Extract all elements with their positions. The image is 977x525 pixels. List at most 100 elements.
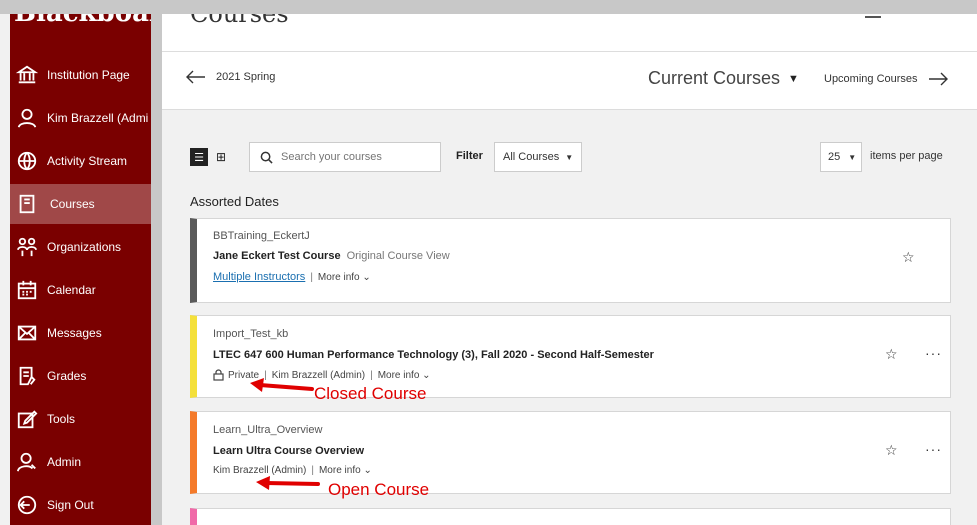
lock-icon <box>213 369 224 381</box>
course-id: Import_Test_kb <box>213 328 289 340</box>
annotation-arrow <box>256 476 320 490</box>
nav-admin[interactable]: Admin <box>10 442 151 482</box>
nav-label: Calendar <box>47 283 96 297</box>
calendar-icon <box>17 280 37 300</box>
previous-term-label: 2021 Spring <box>216 71 276 83</box>
filter-select[interactable]: All Courses ▼ <box>494 142 582 172</box>
more-info-label: More info <box>318 465 361 476</box>
favorite-star-icon[interactable]: ☆ <box>885 346 898 363</box>
course-id: Learn_Ultra_Overview <box>213 424 323 436</box>
more-options-icon[interactable]: ··· <box>925 345 942 361</box>
list-view-toggle[interactable]: ☰ <box>190 148 208 166</box>
nav-label: Institution Page <box>47 68 130 82</box>
envelope-icon <box>17 325 37 341</box>
institution-icon <box>16 65 38 84</box>
course-name[interactable]: Jane Eckert Test Course Original Course V… <box>213 250 450 262</box>
annotation-arrow <box>250 378 314 392</box>
favorite-star-icon[interactable]: ☆ <box>885 442 898 459</box>
course-card[interactable]: BBTraining_EckertJ Jane Eckert Test Cour… <box>190 218 951 303</box>
course-toolbar: ☰ ⊞ Filter All Courses ▼ 25 ▼ items per … <box>162 142 977 172</box>
grid-icon: ⊞ <box>215 150 227 164</box>
upcoming-courses-link[interactable]: Upcoming Courses <box>824 72 948 86</box>
caret-down-icon: ▼ <box>565 152 574 162</box>
more-info-label: More info <box>317 271 360 283</box>
upcoming-courses-label: Upcoming Courses <box>824 73 918 85</box>
nav-label: Grades <box>47 369 87 383</box>
caret-down-icon: ▼ <box>848 152 857 162</box>
course-name[interactable]: Learn Ultra Course Overview <box>213 445 364 457</box>
nav-grades[interactable]: Grades <box>10 356 151 396</box>
nav-messages[interactable]: Messages <box>10 313 151 353</box>
nav-sign-out[interactable]: Sign Out <box>10 485 151 525</box>
filter-label: Filter <box>456 150 483 162</box>
nav-activity-stream[interactable]: Activity Stream <box>10 141 151 181</box>
section-title: Assorted Dates <box>190 194 279 209</box>
grid-view-toggle[interactable]: ⊞ <box>212 148 230 166</box>
course-id: BBTraining_EckertJ <box>213 230 310 242</box>
open-course-annotation: Open Course <box>328 480 430 499</box>
per-page-value: 25 <box>828 151 841 163</box>
sign-out-icon <box>17 495 37 515</box>
chevron-down-icon: ⌄ <box>362 271 371 283</box>
separator: | <box>310 271 313 283</box>
closed-course-annotation: Closed Course <box>314 384 427 403</box>
course-view-type: Original Course View <box>346 250 450 262</box>
chevron-down-icon: ⌄ <box>363 465 372 476</box>
arrow-right-icon <box>928 72 948 86</box>
items-per-page-select[interactable]: 25 ▼ <box>820 142 862 172</box>
nav-label: Admin <box>47 455 82 469</box>
search-box[interactable] <box>249 142 441 172</box>
nav-profile[interactable]: Kim Brazzell (Admi <box>10 98 151 138</box>
term-navigation: 2021 Spring Current Courses ▼ Upcoming C… <box>162 52 977 110</box>
caret-down-icon: ▼ <box>788 72 799 85</box>
tools-icon <box>17 410 38 429</box>
nav-label: Courses <box>50 197 95 211</box>
filter-value: All Courses <box>503 151 560 163</box>
main-content: Courses 2021 Spring Current Courses ▼ Up… <box>162 14 977 525</box>
items-per-page-label: items per page <box>870 150 943 162</box>
nav-label: Tools <box>47 412 76 426</box>
grades-icon <box>19 366 36 386</box>
nav-institution-page[interactable]: Institution Page <box>10 55 151 95</box>
nav-label: Messages <box>47 326 102 340</box>
instructors-link[interactable]: Multiple Instructors <box>213 271 305 283</box>
app-frame: Blackboard Institution Page Kim Brazzell… <box>0 14 977 525</box>
organizations-icon <box>16 237 38 257</box>
page-header: Courses <box>162 14 977 52</box>
search-icon <box>260 151 273 164</box>
more-info-toggle[interactable]: More info ⌄ <box>319 465 372 476</box>
nav-label: Activity Stream <box>47 154 128 168</box>
current-courses-dropdown[interactable]: Current Courses ▼ <box>648 68 799 89</box>
more-info-toggle[interactable]: More info ⌄ <box>318 272 371 283</box>
nav-courses[interactable]: Courses <box>10 184 151 224</box>
nav-label: Sign Out <box>47 498 94 512</box>
current-courses-label: Current Courses <box>648 68 781 88</box>
brand-logo: Blackboard <box>14 14 151 28</box>
list-icon: ☰ <box>194 151 204 164</box>
chevron-down-icon: ⌄ <box>422 369 431 381</box>
nav-label: Kim Brazzell (Admi <box>47 111 149 125</box>
separator: | <box>370 369 373 381</box>
previous-term-link[interactable]: 2021 Spring <box>186 70 275 84</box>
nav-label: Organizations <box>47 240 122 254</box>
admin-icon <box>16 452 36 472</box>
more-options-icon[interactable]: ··· <box>925 441 942 457</box>
course-meta: Multiple Instructors | More info ⌄ <box>213 271 371 283</box>
sidebar: Blackboard Institution Page Kim Brazzell… <box>10 14 151 525</box>
course-name-text: Jane Eckert Test Course <box>213 250 341 262</box>
nav-calendar[interactable]: Calendar <box>10 270 151 310</box>
nav-organizations[interactable]: Organizations <box>10 227 151 267</box>
course-name[interactable]: LTEC 647 600 Human Performance Technolog… <box>213 349 654 361</box>
arrow-left-icon <box>186 70 205 84</box>
sidebar-gutter <box>151 14 162 525</box>
user-icon <box>17 108 37 128</box>
header-menu-icon[interactable] <box>865 14 881 18</box>
search-input[interactable] <box>281 151 431 163</box>
nav-tools[interactable]: Tools <box>10 399 151 439</box>
book-icon <box>19 194 35 214</box>
favorite-star-icon[interactable]: ☆ <box>902 249 915 266</box>
course-card[interactable] <box>190 508 951 525</box>
more-info-label: More info <box>377 369 420 381</box>
more-info-toggle[interactable]: More info ⌄ <box>378 370 431 381</box>
page-title: Courses <box>190 14 289 28</box>
